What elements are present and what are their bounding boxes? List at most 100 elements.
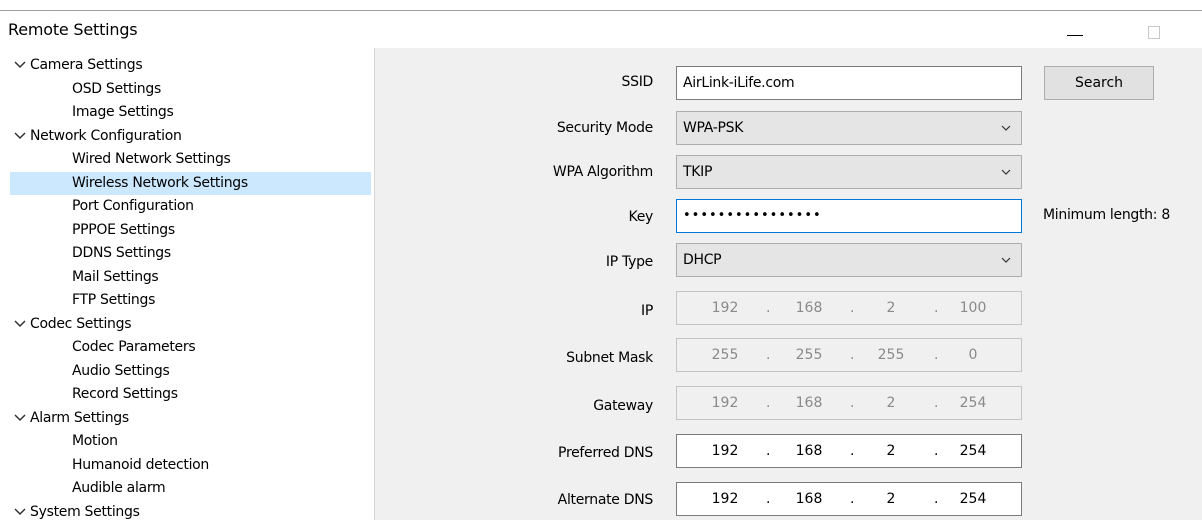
- security-mode-value: WPA-PSK: [683, 120, 744, 136]
- tree-item-label: Audio Settings: [72, 362, 170, 379]
- search-button[interactable]: Search: [1044, 66, 1154, 100]
- ip-separator: .: [934, 443, 939, 459]
- tree-item-label: PPPOE Settings: [72, 221, 175, 238]
- chevron-down-icon[interactable]: [14, 56, 26, 74]
- tree-item-label: System Settings: [30, 503, 140, 520]
- chevron-down-icon: [1001, 257, 1011, 263]
- ip-type-label: IP Type: [605, 254, 653, 270]
- maximize-icon[interactable]: [1148, 26, 1160, 39]
- tree-item[interactable]: Audible alarm: [0, 477, 372, 500]
- ip-separator: .: [766, 491, 771, 507]
- ip-separator: .: [850, 300, 855, 316]
- tree-item[interactable]: Mail Settings: [0, 266, 372, 289]
- ip-separator: .: [934, 395, 939, 411]
- settings-tree: Camera Settings OSD Settings Image Setting…: [0, 48, 375, 520]
- tree-item-label: Motion: [72, 433, 118, 449]
- title-bar: [0, 11, 1202, 48]
- gateway-field[interactable]: 192. 168. 2. 254: [676, 386, 1022, 420]
- ip-octet[interactable]: 192: [705, 395, 745, 411]
- tree-item-label: Camera Settings: [30, 57, 143, 73]
- tree-item[interactable]: FTP Settings: [0, 289, 372, 312]
- security-mode-select[interactable]: WPA-PSK: [676, 111, 1022, 145]
- tree-item-label: Codec Settings: [30, 315, 132, 332]
- ip-octet[interactable]: 254: [953, 395, 993, 411]
- chevron-down-icon[interactable]: [14, 127, 26, 145]
- ip-octet[interactable]: 168: [789, 395, 829, 411]
- ip-separator: .: [850, 395, 855, 411]
- tree-item[interactable]: Wired Network Settings: [0, 148, 372, 171]
- tree-item[interactable]: Codec Settings: [0, 313, 372, 336]
- ip-octet[interactable]: 254: [953, 491, 993, 507]
- alternate-dns-field[interactable]: 192. 168. 2. 254: [676, 482, 1022, 516]
- ip-octet[interactable]: 255: [871, 347, 911, 363]
- ip-octet[interactable]: 2: [871, 300, 911, 316]
- tree-item-label: FTP Settings: [72, 292, 156, 308]
- alternate-dns-label: Alternate DNS: [557, 492, 654, 508]
- ssid-input[interactable]: AirLink-iLife.com: [676, 66, 1022, 100]
- tree-item[interactable]: Audio Settings: [0, 360, 372, 383]
- tree-item-label: DDNS Settings: [72, 245, 171, 261]
- tree-item[interactable]: Record Settings: [0, 383, 372, 406]
- ip-octet[interactable]: 2: [871, 491, 911, 507]
- ip-separator: .: [766, 300, 771, 316]
- ip-separator: .: [766, 443, 771, 459]
- tree-item[interactable]: Alarm Settings: [0, 407, 372, 430]
- ip-separator: .: [934, 491, 939, 507]
- tree-item-label: Image Settings: [72, 104, 174, 120]
- chevron-down-icon[interactable]: [14, 315, 26, 333]
- ip-octet[interactable]: 2: [871, 443, 911, 459]
- tree-item[interactable]: OSD Settings: [0, 78, 372, 101]
- tree-item[interactable]: Humanoid detection: [0, 454, 372, 477]
- ip-octet[interactable]: 255: [789, 347, 829, 363]
- tree-item[interactable]: PPPOE Settings: [0, 219, 372, 242]
- ip-octet[interactable]: 192: [705, 491, 745, 507]
- minimize-icon[interactable]: [1063, 10, 1087, 40]
- wpa-algorithm-value: TKIP: [683, 164, 713, 180]
- key-label: Key: [628, 209, 654, 225]
- ip-octet[interactable]: 0: [953, 347, 993, 363]
- preferred-dns-label: Preferred DNS: [558, 445, 653, 461]
- tree-item[interactable]: Network Configuration: [0, 125, 372, 148]
- tree-item[interactable]: Camera Settings: [0, 54, 372, 77]
- ip-octet[interactable]: 100: [953, 300, 993, 316]
- tree-item-label: Alarm Settings: [30, 409, 129, 426]
- tree-item[interactable]: DDNS Settings: [0, 242, 372, 265]
- tree-item[interactable]: Motion: [0, 430, 372, 453]
- tree-item-label: Wireless Network Settings: [72, 174, 248, 191]
- subnet-mask-field[interactable]: 255. 255. 255. 0: [676, 338, 1022, 372]
- preferred-dns-field[interactable]: 192. 168. 2. 254: [676, 434, 1022, 468]
- ip-label: IP: [641, 303, 653, 319]
- ip-octet[interactable]: 254: [953, 443, 993, 459]
- subnet-mask-label: Subnet Mask: [566, 350, 653, 366]
- tree-item-label: OSD Settings: [72, 80, 161, 97]
- ip-separator: .: [934, 347, 939, 363]
- tree-item[interactable]: Codec Parameters: [0, 336, 372, 359]
- ip-octet[interactable]: 168: [789, 443, 829, 459]
- tree-item-label: Port Configuration: [72, 198, 194, 214]
- tree-item[interactable]: Wireless Network Settings: [10, 171, 371, 195]
- ip-separator: .: [850, 443, 855, 459]
- tree-item[interactable]: System Settings: [0, 501, 372, 520]
- ip-separator: .: [766, 395, 771, 411]
- tree-item[interactable]: Port Configuration: [0, 195, 372, 218]
- window-title: Remote Settings: [8, 20, 138, 39]
- wpa-algorithm-label: WPA Algorithm: [552, 164, 653, 180]
- ip-octet[interactable]: 255: [705, 347, 745, 363]
- ip-octet[interactable]: 168: [789, 491, 829, 507]
- ip-separator: .: [766, 347, 771, 363]
- ip-octet[interactable]: 168: [789, 300, 829, 316]
- tree-item-label: Humanoid detection: [72, 456, 209, 473]
- ip-address-field[interactable]: 192. 168. 2. 100: [676, 291, 1022, 325]
- tree-item[interactable]: Image Settings: [0, 101, 372, 124]
- chevron-down-icon[interactable]: [14, 409, 26, 427]
- ssid-label: SSID: [621, 74, 654, 90]
- ip-octet[interactable]: 192: [705, 443, 745, 459]
- wpa-algorithm-select[interactable]: TKIP: [676, 155, 1022, 189]
- ip-type-select[interactable]: DHCP: [676, 243, 1022, 277]
- tree-item-label: Mail Settings: [72, 268, 159, 285]
- chevron-down-icon[interactable]: [14, 503, 26, 520]
- ip-octet[interactable]: 192: [705, 300, 745, 316]
- ip-octet[interactable]: 2: [871, 395, 911, 411]
- chevron-down-icon: [1001, 125, 1011, 131]
- key-input[interactable]: ••••••••••••••••: [676, 199, 1022, 233]
